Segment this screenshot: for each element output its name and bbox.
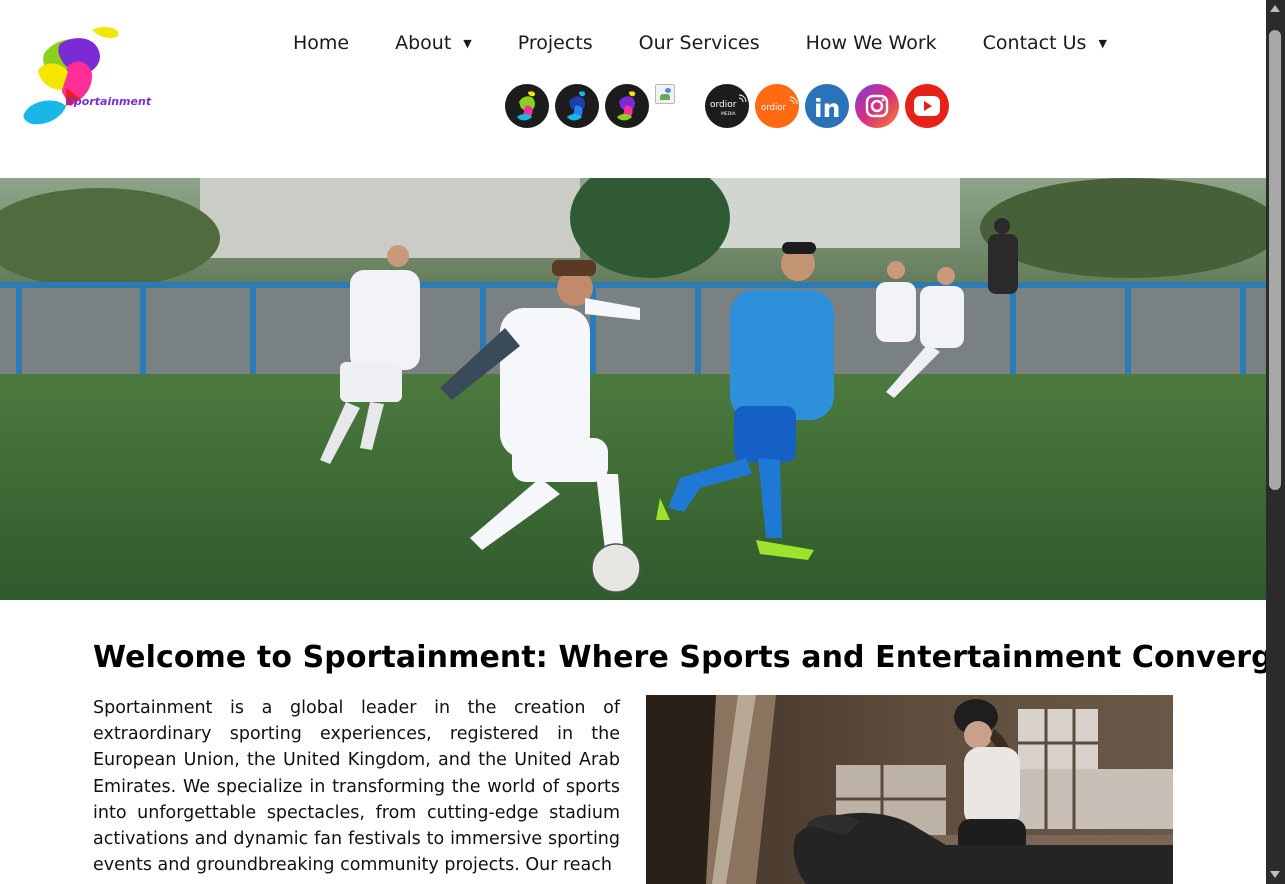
ordior-icon[interactable]: ordior: [755, 84, 799, 128]
nav-our-services[interactable]: Our Services: [616, 32, 783, 54]
nav-how-we-work-label: How We Work: [805, 32, 937, 54]
chevron-down-icon: ▼: [463, 36, 472, 50]
horse-rider-image: [646, 695, 1173, 884]
youtube-icon[interactable]: [905, 84, 949, 128]
chevron-down-icon: ▼: [1098, 36, 1107, 50]
scrollbar-thumb[interactable]: [1269, 30, 1281, 490]
instagram-icon[interactable]: [855, 84, 899, 128]
scroll-up-arrow-icon[interactable]: [1270, 5, 1280, 12]
social-links: ordior MEDIA ordior in: [505, 84, 955, 128]
nav-home[interactable]: Home: [270, 32, 372, 54]
nav-home-label: Home: [293, 32, 350, 54]
linkedin-text: in: [814, 94, 840, 123]
linkedin-icon[interactable]: in: [805, 84, 849, 128]
nav-contact-us[interactable]: Contact Us ▼: [960, 32, 1130, 54]
nav-how-we-work[interactable]: How We Work: [783, 32, 960, 54]
broken-image-icon[interactable]: [655, 84, 675, 104]
nav-about-label: About: [395, 32, 452, 54]
nav-about[interactable]: About ▼: [372, 32, 495, 54]
sportainment-logo[interactable]: Sportainment: [22, 26, 178, 128]
nav-projects-label: Projects: [517, 32, 593, 54]
svg-text:Sportainment: Sportainment: [66, 95, 152, 108]
vertical-scrollbar[interactable]: [1266, 0, 1285, 884]
sportainment-logo-yellow-icon[interactable]: [505, 84, 549, 128]
ordior-media-icon[interactable]: ordior MEDIA: [705, 84, 749, 128]
nav-projects[interactable]: Projects: [495, 32, 616, 54]
page-title: Welcome to Sportainment: Where Sports an…: [93, 640, 1266, 675]
ordior-media-subtext: MEDIA: [721, 111, 737, 117]
nav-our-services-label: Our Services: [638, 32, 760, 54]
hero-image: [0, 178, 1266, 600]
sportainment-logo-blue-icon[interactable]: [555, 84, 599, 128]
ordior-media-text: ordior: [710, 100, 737, 110]
ordior-text: ordior: [761, 103, 787, 113]
main-nav: Home About ▼ Projects Our Services How W…: [270, 28, 1130, 58]
nav-contact-us-label: Contact Us: [982, 32, 1087, 54]
sportainment-logo-pink-icon[interactable]: [605, 84, 649, 128]
page: Sportainment Home About ▼ Projects Our S…: [0, 0, 1266, 884]
scroll-down-arrow-icon[interactable]: [1270, 871, 1280, 878]
intro-paragraph: Sportainment is a global leader in the c…: [93, 698, 620, 876]
